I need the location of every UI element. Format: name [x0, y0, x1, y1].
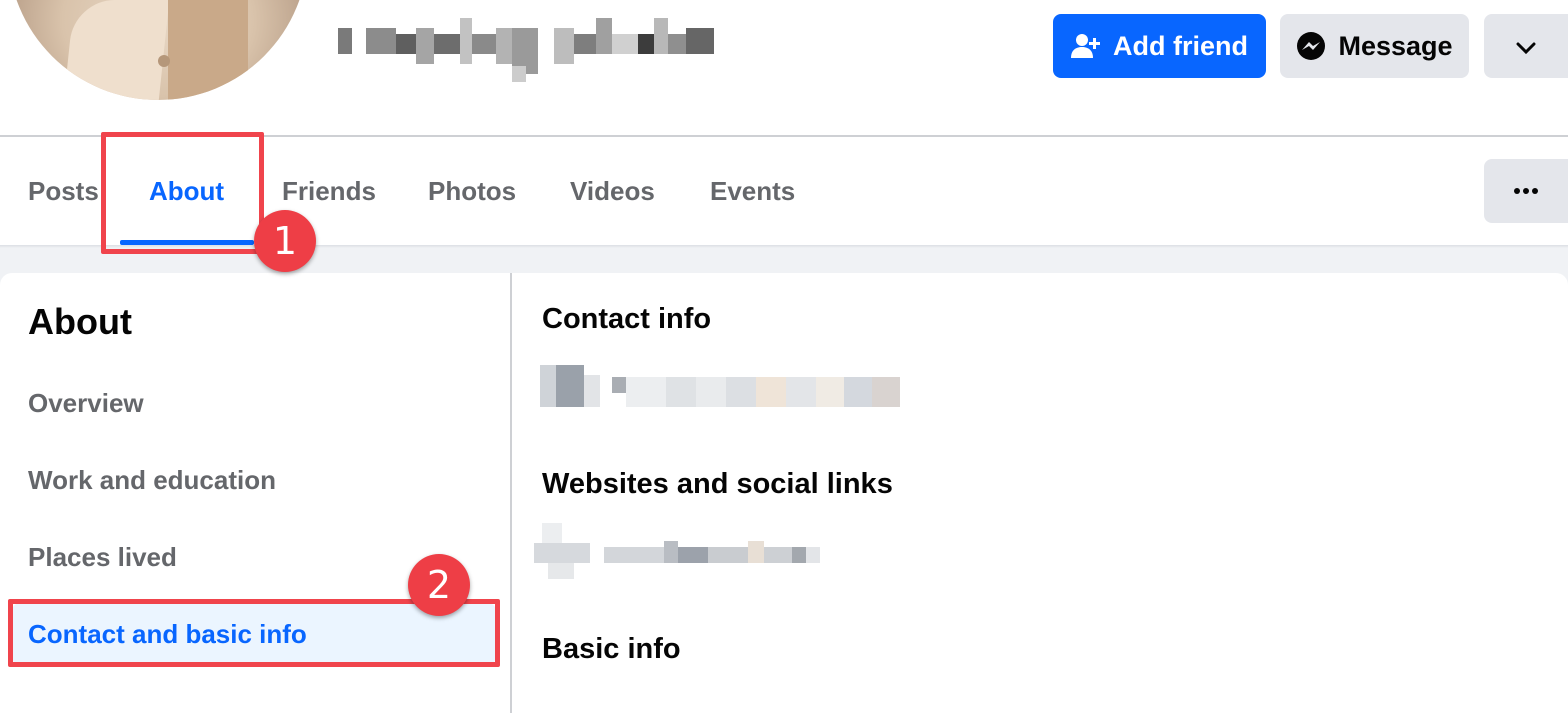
person-plus-icon [1071, 32, 1101, 60]
about-sidebar-title: About [28, 301, 132, 342]
redact-pixel [872, 377, 900, 407]
tab-posts[interactable]: Posts [28, 137, 99, 245]
redact-pixel [554, 28, 574, 64]
redact-pixel [664, 541, 678, 563]
redact-pixel [626, 377, 666, 407]
sidebar-item-work-education[interactable]: Work and education [12, 449, 496, 511]
redact-pixel [678, 547, 708, 563]
contact-info-redacted [540, 365, 900, 407]
tab-photos[interactable]: Photos [428, 137, 516, 245]
redact-pixel [512, 66, 526, 82]
redact-pixel [666, 377, 696, 407]
profile-name-redacted [338, 8, 714, 84]
redact-pixel [472, 34, 496, 54]
redact-pixel [604, 547, 664, 563]
profile-menu-button[interactable] [1484, 14, 1568, 78]
redact-pixel [540, 365, 556, 407]
redact-pixel [638, 34, 654, 54]
redact-pixel [668, 34, 686, 54]
message-label: Message [1338, 30, 1453, 61]
redact-pixel [612, 34, 638, 54]
more-dots-icon [1513, 182, 1539, 200]
redact-pixel [696, 377, 726, 407]
avatar-coat-button [158, 55, 170, 67]
redact-pixel [756, 377, 786, 407]
tab-events[interactable]: Events [710, 137, 795, 245]
redact-pixel [434, 34, 460, 54]
redact-pixel [352, 38, 366, 54]
redact-pixel [748, 541, 764, 563]
website-link-redacted [534, 523, 824, 583]
tab-videos[interactable]: Videos [570, 137, 655, 245]
annotation-box-about-tab [101, 132, 264, 254]
redact-pixel [416, 28, 434, 64]
contact-info-title: Contact info [542, 303, 712, 335]
redact-pixel [844, 377, 872, 407]
redact-pixel [584, 375, 600, 407]
redact-pixel [708, 547, 748, 563]
annotation-step-2: 2 [408, 554, 470, 616]
message-button[interactable]: Message [1280, 14, 1469, 78]
avatar-coat-right [168, 0, 248, 100]
redact-pixel [496, 28, 512, 64]
redact-pixel [542, 523, 562, 543]
redact-pixel [612, 377, 626, 393]
redact-pixel [726, 377, 756, 407]
redact-pixel [816, 377, 844, 407]
redact-pixel [786, 377, 816, 407]
annotation-step-1: 1 [254, 210, 316, 272]
more-tabs-button[interactable] [1484, 159, 1568, 223]
avatar-coat-left [61, 0, 170, 100]
redact-pixel [654, 18, 668, 54]
redact-pixel [574, 34, 596, 54]
redact-pixel [548, 563, 574, 579]
websites-social-links-title: Websites and social links [542, 468, 893, 500]
redact-pixel [396, 34, 416, 54]
redact-pixel [338, 28, 352, 54]
redact-pixel [596, 18, 612, 54]
chevron-down-icon [1516, 31, 1536, 62]
redact-pixel [792, 547, 806, 563]
redact-pixel [460, 18, 472, 64]
add-friend-label: Add friend [1113, 30, 1248, 61]
redact-pixel [764, 547, 792, 563]
redact-pixel [686, 28, 714, 54]
sidebar-item-overview[interactable]: Overview [12, 372, 496, 434]
profile-avatar[interactable] [8, 0, 308, 100]
about-content: Contact info Websites and social links B… [514, 273, 1568, 713]
messenger-icon [1296, 31, 1326, 61]
redact-pixel [534, 543, 590, 563]
basic-info-title: Basic info [542, 633, 681, 665]
redact-pixel [556, 365, 584, 407]
add-friend-button[interactable]: Add friend [1053, 14, 1266, 78]
redact-pixel [806, 547, 820, 563]
redact-pixel [366, 28, 396, 54]
